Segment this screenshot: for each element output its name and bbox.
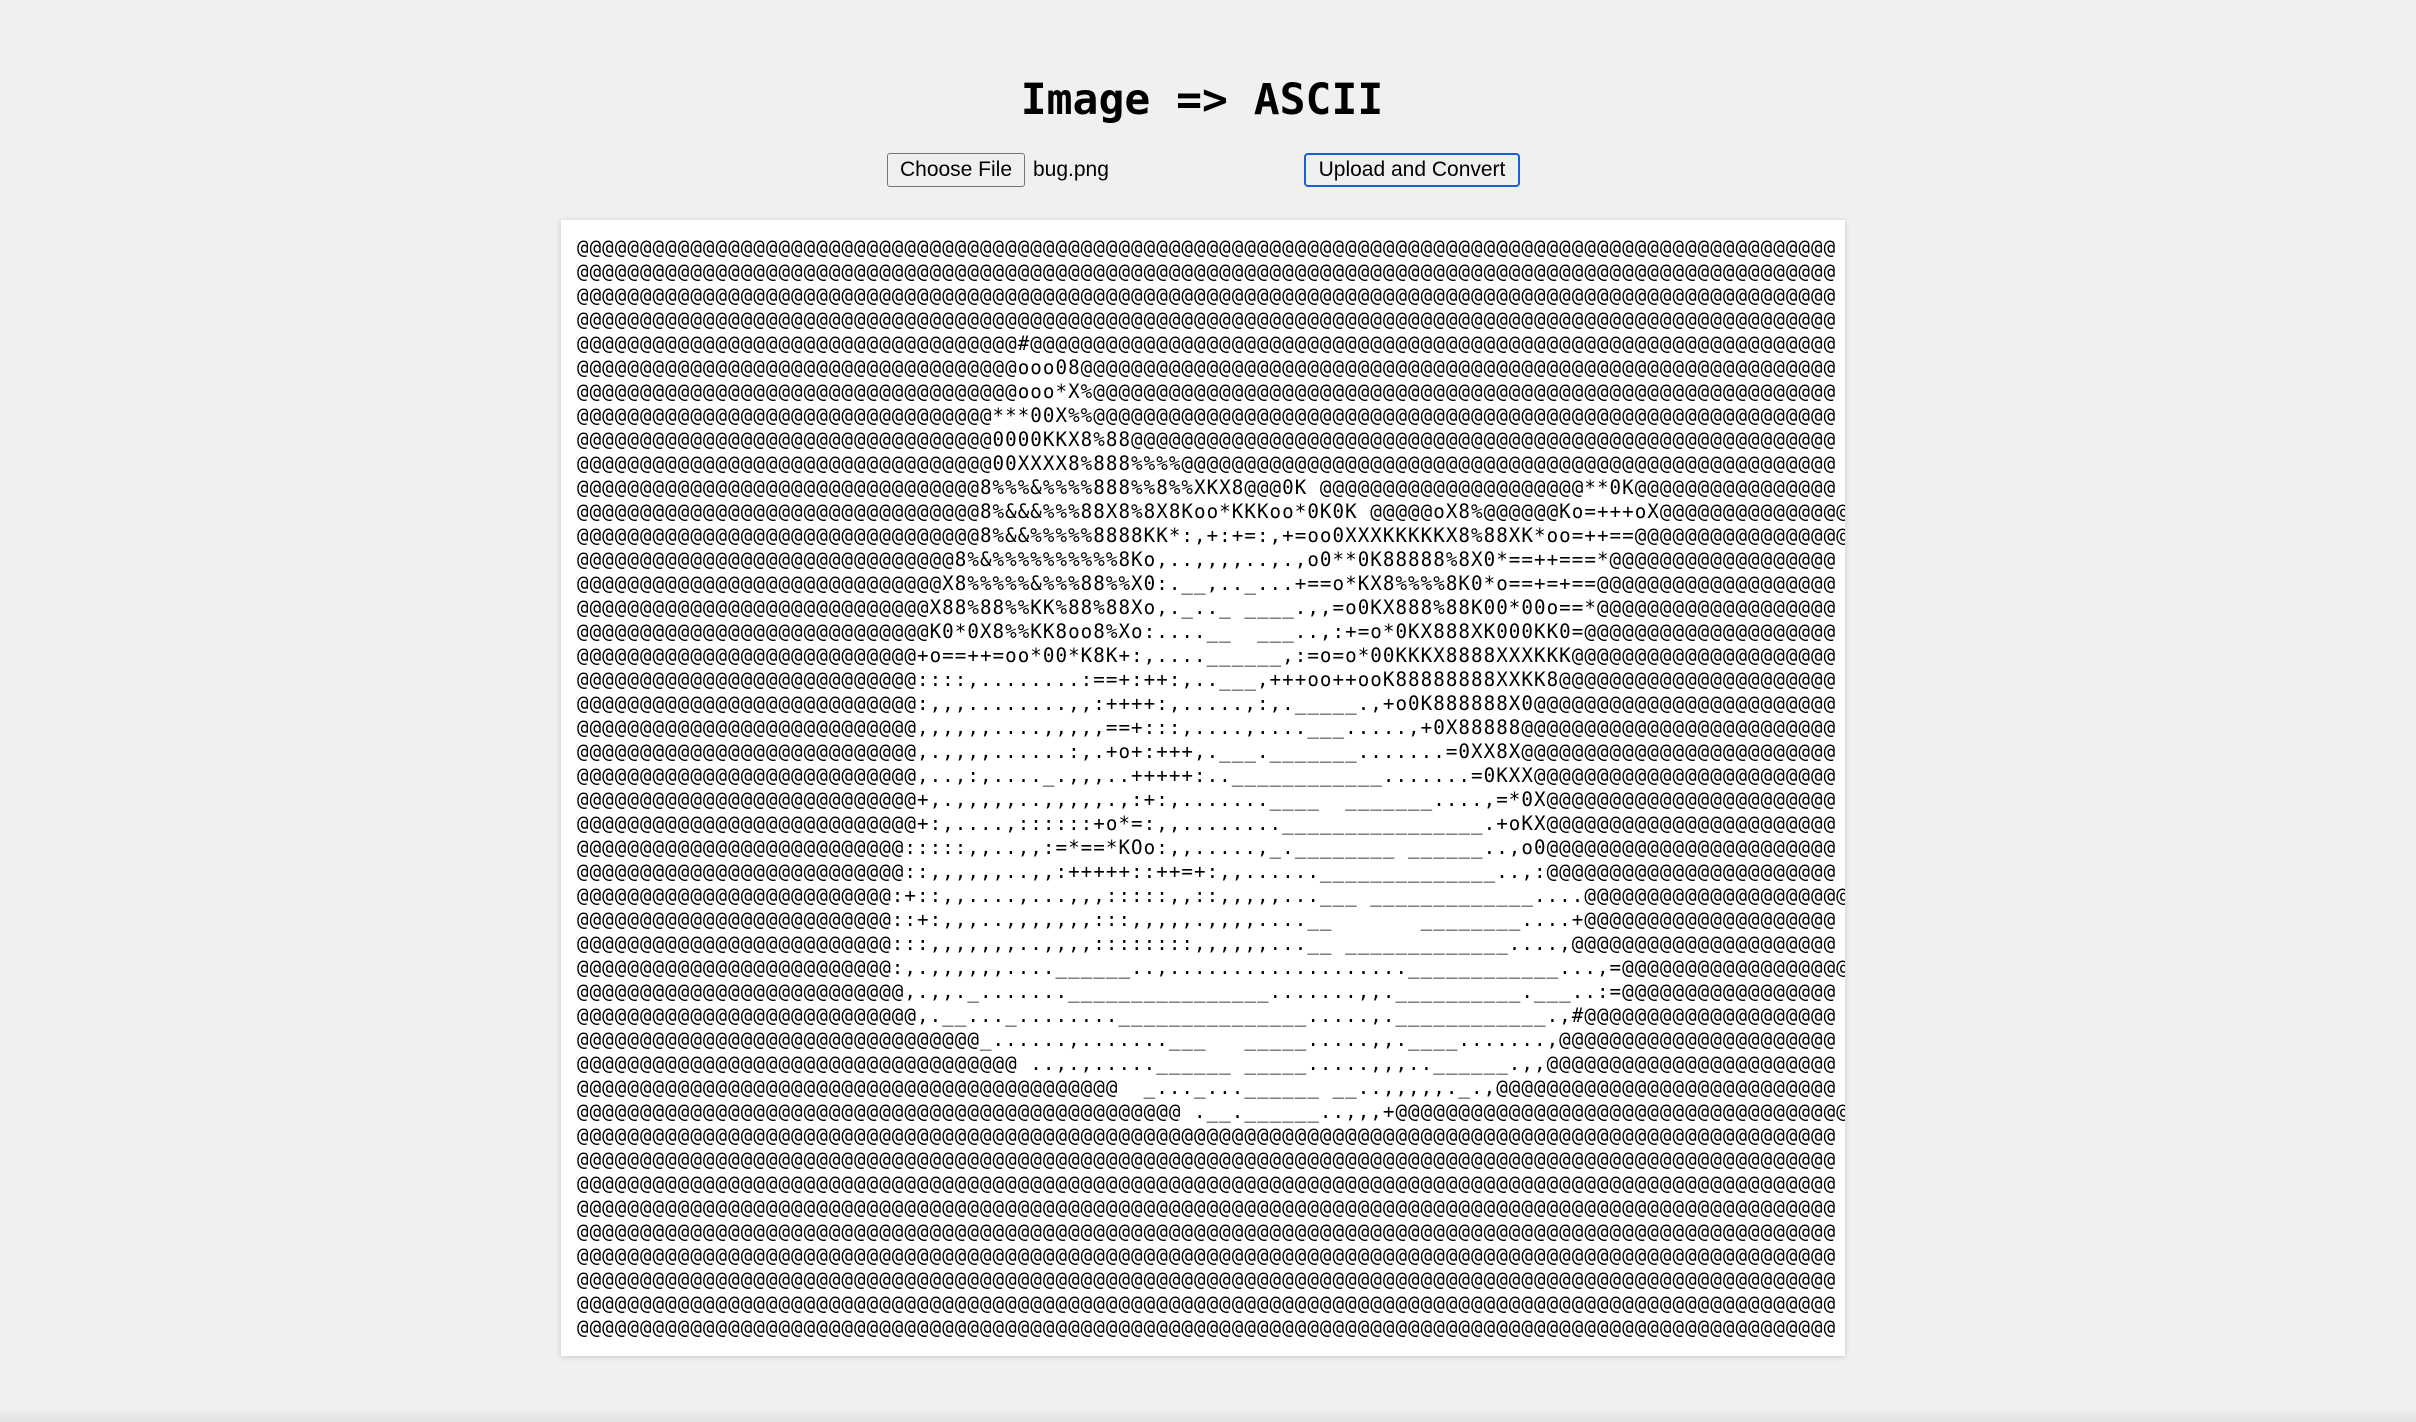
ascii-line: @@@@@@@@@@@@@@@@@@@@@@@@@@,.,,._......._…	[577, 980, 1837, 1003]
ascii-line: @@@@@@@@@@@@@@@@@@@@@@@@@@@@@@@@@@@ooo*X…	[577, 380, 1837, 403]
ascii-line: @@@@@@@@@@@@@@@@@@@@@@@@@@@@@@@@8%&&%%%%…	[577, 524, 1845, 547]
ascii-line: @@@@@@@@@@@@@@@@@@@@@@@@@:,.,,,,,,....__…	[577, 956, 1845, 979]
ascii-line: @@@@@@@@@@@@@@@@@@@@@@@@@@@,.__..._.....…	[577, 1004, 1837, 1027]
ascii-line: @@@@@@@@@@@@@@@@@@@@@@@@@@@@@@@@@@@@@@@@…	[577, 1244, 1837, 1267]
ascii-line: @@@@@@@@@@@@@@@@@@@@@@@@@@@@@@@@@0000KKX…	[577, 428, 1837, 451]
ascii-line: @@@@@@@@@@@@@@@@@@@@@@@@@@@:,,,........,…	[577, 692, 1837, 715]
window-bottom-edge	[0, 1412, 2416, 1422]
ascii-line: @@@@@@@@@@@@@@@@@@@@@@@@@@@+o==++=oo*00*…	[577, 644, 1837, 667]
page-title: Image => ASCII	[1020, 75, 1384, 125]
ascii-line: @@@@@@@@@@@@@@@@@@@@@@@@@::+:,,,..,,,,,,…	[577, 908, 1837, 931]
ascii-line: @@@@@@@@@@@@@@@@@@@@@@@@@@@@@@@@@***00X%…	[577, 404, 1837, 427]
ascii-line: @@@@@@@@@@@@@@@@@@@@@@@@@@@::::,........…	[577, 668, 1837, 691]
ascii-output-panel: @@@@@@@@@@@@@@@@@@@@@@@@@@@@@@@@@@@@@@@@…	[561, 220, 1845, 1356]
ascii-line: @@@@@@@@@@@@@@@@@@@@@@@@@@@@@@@@@00XXXX8…	[577, 452, 1837, 475]
ascii-line: @@@@@@@@@@@@@@@@@@@@@@@@@@::,,,,,,..,,:+…	[577, 860, 1837, 883]
ascii-line: @@@@@@@@@@@@@@@@@@@@@@@@@@@@@@@@@@@@@@@@…	[577, 260, 1837, 283]
ascii-line: @@@@@@@@@@@@@@@@@@@@@@@@@@@@@@@@@@@@@@@@…	[577, 1172, 1837, 1195]
ascii-line: @@@@@@@@@@@@@@@@@@@@@@@@@@@,.,,,,......:…	[577, 740, 1837, 763]
upload-form: Choose File bug.png Upload and Convert	[887, 153, 1520, 187]
ascii-art-output: @@@@@@@@@@@@@@@@@@@@@@@@@@@@@@@@@@@@@@@@…	[577, 236, 1845, 1340]
ascii-line: @@@@@@@@@@@@@@@@@@@@@@@@@@@@@@@@@@@@@@@@…	[577, 1220, 1837, 1243]
ascii-line: @@@@@@@@@@@@@@@@@@@@@@@@@@@,..,:,...._.,…	[577, 764, 1837, 787]
ascii-line: @@@@@@@@@@@@@@@@@@@@@@@@@@@@@@@@8%&&&%%%…	[577, 500, 1845, 523]
ascii-line: @@@@@@@@@@@@@@@@@@@@@@@@@:+::,,....,...,…	[577, 884, 1845, 907]
ascii-line: @@@@@@@@@@@@@@@@@@@@@@@@@@@@X88%88%%KK%8…	[577, 596, 1837, 619]
ascii-line: @@@@@@@@@@@@@@@@@@@@@@@@@@@+,.,,,,,..,,,…	[577, 788, 1837, 811]
ascii-line: @@@@@@@@@@@@@@@@@@@@@@@@@@@@@@8%&%%%%%%%…	[577, 548, 1837, 571]
ascii-line: @@@@@@@@@@@@@@@@@@@@@@@@@@@@@@@@@@@@@@@@…	[577, 1196, 1837, 1219]
ascii-line: @@@@@@@@@@@@@@@@@@@@@@@@@@@@@@@@@@@@@@@@…	[577, 1148, 1837, 1171]
ascii-line: @@@@@@@@@@@@@@@@@@@@@@@@@@@@@@@@@@@@@@@@…	[577, 1268, 1837, 1291]
ascii-line: @@@@@@@@@@@@@@@@@@@@@@@@@@@@K0*0X8%%KK8o…	[577, 620, 1837, 643]
ascii-line: @@@@@@@@@@@@@@@@@@@@@@@@@:::,,,,,,,..,,,…	[577, 932, 1837, 955]
ascii-line: @@@@@@@@@@@@@@@@@@@@@@@@@@@@@@@@@@@ooo08…	[577, 356, 1837, 379]
ascii-line: @@@@@@@@@@@@@@@@@@@@@@@@@@@@@@@@_......,…	[577, 1028, 1837, 1051]
ascii-line: @@@@@@@@@@@@@@@@@@@@@@@@@@@@@@@@@@@@@@@@…	[577, 284, 1837, 307]
ascii-line: @@@@@@@@@@@@@@@@@@@@@@@@@@:::::,,..,,:=*…	[577, 836, 1837, 859]
ascii-line: @@@@@@@@@@@@@@@@@@@@@@@@@@@@@@@@@@@@@@@@…	[577, 1316, 1837, 1339]
ascii-line: @@@@@@@@@@@@@@@@@@@@@@@@@@@@@@@@@@@@@@@@…	[577, 236, 1837, 259]
upload-and-convert-button[interactable]: Upload and Convert	[1304, 153, 1520, 187]
ascii-line: @@@@@@@@@@@@@@@@@@@@@@@@@@@@@@@@@@@@@@@@…	[577, 1124, 1837, 1147]
ascii-line: @@@@@@@@@@@@@@@@@@@@@@@@@@@,,,,,,....,,,…	[577, 716, 1837, 739]
ascii-line: @@@@@@@@@@@@@@@@@@@@@@@@@@@@@@@@8%%%&%%%…	[577, 476, 1837, 499]
ascii-line: @@@@@@@@@@@@@@@@@@@@@@@@@@@@@X8%%%%%&%%%…	[577, 572, 1837, 595]
ascii-line: @@@@@@@@@@@@@@@@@@@@@@@@@@@@@@@@@@@@@@@@…	[577, 1100, 1845, 1123]
ascii-line: @@@@@@@@@@@@@@@@@@@@@@@@@@@@@@@@@@@@@@@@…	[577, 1292, 1837, 1315]
choose-file-button[interactable]: Choose File	[887, 153, 1025, 187]
selected-file-name: bug.png	[1033, 158, 1109, 181]
ascii-line: @@@@@@@@@@@@@@@@@@@@@@@@@@@@@@@@@@@ ..,.…	[577, 1052, 1837, 1075]
ascii-line: @@@@@@@@@@@@@@@@@@@@@@@@@@@@@@@@@@@#@@@@…	[577, 332, 1837, 355]
ascii-line: @@@@@@@@@@@@@@@@@@@@@@@@@@@+:,....,:::::…	[577, 812, 1837, 835]
ascii-line: @@@@@@@@@@@@@@@@@@@@@@@@@@@@@@@@@@@@@@@@…	[577, 308, 1837, 331]
ascii-line: @@@@@@@@@@@@@@@@@@@@@@@@@@@@@@@@@@@@@@@@…	[577, 1076, 1837, 1099]
